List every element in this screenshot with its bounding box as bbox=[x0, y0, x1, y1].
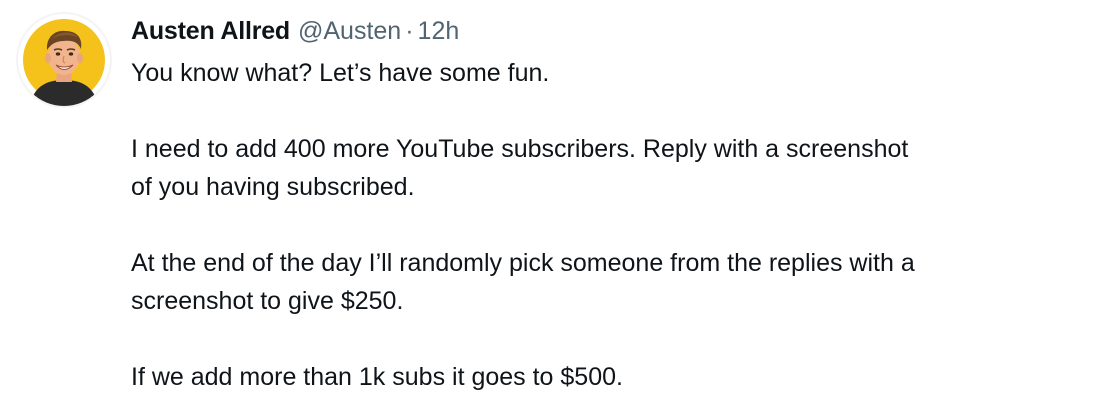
tweet-line: If we add more than 1k subs it goes to $… bbox=[131, 363, 623, 391]
tweet-paragraph: I need to add 400 more YouTube subscribe… bbox=[131, 130, 1091, 206]
tweet-text: You know what? Let’s have some fun. I ne… bbox=[131, 54, 1091, 396]
user-avatar-icon[interactable] bbox=[18, 14, 110, 106]
tweet-line: You know what? Let’s have some fun. bbox=[131, 59, 550, 87]
tweet-paragraph: You know what? Let’s have some fun. bbox=[131, 54, 1091, 92]
tweet-line: At the end of the day I’ll randomly pick… bbox=[131, 249, 915, 277]
tweet-card: Austen Allred @Austen · 12h You know wha… bbox=[0, 0, 1108, 418]
tweet-line: screenshot to give $250. bbox=[131, 287, 404, 315]
tweet-header: Austen Allred @Austen · 12h bbox=[131, 13, 459, 49]
tweet-line: of you having subscribed. bbox=[131, 173, 415, 201]
tweet-paragraph: At the end of the day I’ll randomly pick… bbox=[131, 244, 1091, 320]
tweet-paragraph: If we add more than 1k subs it goes to $… bbox=[131, 358, 1091, 396]
author-name[interactable]: Austen Allred bbox=[131, 13, 290, 49]
header-separator: · bbox=[405, 17, 414, 45]
author-handle[interactable]: @Austen bbox=[298, 13, 401, 49]
tweet-line: I need to add 400 more YouTube subscribe… bbox=[131, 135, 909, 163]
avatar-illustration bbox=[23, 19, 105, 106]
tweet-timestamp[interactable]: 12h bbox=[418, 13, 460, 49]
